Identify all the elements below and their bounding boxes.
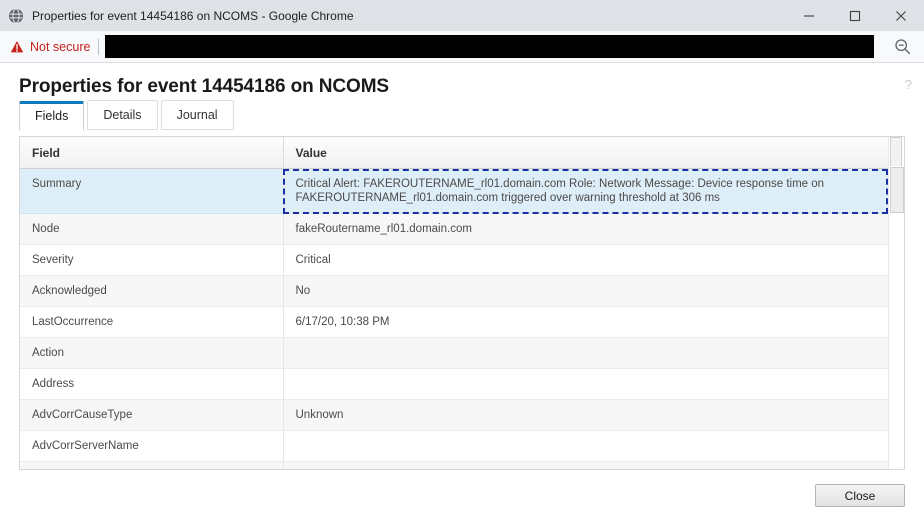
browser-toolbar: Not secure <box>0 31 924 63</box>
table-scroll-area: Field Value Summary Critical Alert: FAKER… <box>20 137 888 469</box>
table-row[interactable]: AdvCorrServerName <box>20 430 888 462</box>
cell-field-value[interactable]: 6/17/20, 10:38 PM <box>283 306 888 338</box>
cell-field-value[interactable]: 0 <box>283 461 888 469</box>
table-body: Summary Critical Alert: FAKEROUTERNAME_rl… <box>20 168 888 469</box>
cell-field-name: Address <box>20 368 284 400</box>
page-content: Properties for event 14454186 on NCOMS ?… <box>0 63 924 518</box>
cell-field-value[interactable]: Critical Alert: FAKEROUTERNAME_rl01.doma… <box>283 168 888 214</box>
table-row[interactable]: Summary Critical Alert: FAKEROUTERNAME_rl… <box>20 168 888 214</box>
cell-field-name: AdvCorrCauseType <box>20 399 284 431</box>
cell-field-name: LastOccurrence <box>20 306 284 338</box>
properties-table: Field Value Summary Critical Alert: FAKER… <box>20 137 888 469</box>
cell-field-name: AdvCorrServerSerial <box>20 461 284 469</box>
cell-field-value[interactable]: fakeRoutername_rl01.domain.com <box>283 213 888 245</box>
cell-field-value[interactable]: Unknown <box>283 399 888 431</box>
table-vertical-scrollbar[interactable] <box>888 137 904 469</box>
cell-field-name: Action <box>20 337 284 369</box>
maximize-icon[interactable] <box>832 0 878 31</box>
globe-icon <box>8 7 24 24</box>
cell-field-name: Summary <box>20 168 284 214</box>
chrome-window: Properties for event 14454186 on NCOMS -… <box>0 0 924 518</box>
table-row[interactable]: LastOccurrence 6/17/20, 10:38 PM <box>20 306 888 338</box>
tab-fields[interactable]: Fields <box>19 101 85 131</box>
dialog-footer: Close <box>0 470 924 518</box>
window-title: Properties for event 14454186 on NCOMS -… <box>32 8 354 23</box>
scrollbar-track-top <box>890 137 902 166</box>
cell-field-name: Node <box>20 213 284 245</box>
close-button[interactable]: Close <box>815 484 905 507</box>
security-status-text: Not secure <box>30 39 91 54</box>
minimize-icon[interactable] <box>786 0 832 31</box>
table-row[interactable]: Node fakeRoutername_rl01.domain.com <box>20 213 888 245</box>
close-icon[interactable] <box>878 0 924 31</box>
table-row[interactable]: Action <box>20 337 888 369</box>
table-row[interactable]: AdvCorrCauseType Unknown <box>20 399 888 431</box>
omnibox-divider <box>98 38 100 55</box>
column-header-value[interactable]: Value <box>283 137 888 169</box>
cell-field-name: Severity <box>20 244 284 276</box>
cell-field-value[interactable] <box>283 368 888 400</box>
scrollbar-thumb[interactable] <box>890 167 904 213</box>
cell-field-name: AdvCorrServerName <box>20 430 284 462</box>
table-row[interactable]: Severity Critical <box>20 244 888 276</box>
help-icon[interactable]: ? <box>905 77 912 92</box>
warning-triangle-icon <box>10 40 24 54</box>
security-chip[interactable]: Not secure <box>10 40 90 54</box>
tabstrip: Fields Details Journal <box>19 100 237 131</box>
properties-table-panel: Field Value Summary Critical Alert: FAKER… <box>19 136 905 470</box>
page-title: Properties for event 14454186 on NCOMS <box>19 76 390 97</box>
cell-field-value[interactable]: Critical <box>283 244 888 276</box>
table-row[interactable]: Acknowledged No <box>20 275 888 307</box>
window-controls <box>786 0 924 31</box>
cell-field-value[interactable]: No <box>283 275 888 307</box>
cell-field-value[interactable] <box>283 430 888 462</box>
cell-field-name: Acknowledged <box>20 275 284 307</box>
window-titlebar: Properties for event 14454186 on NCOMS -… <box>0 0 924 31</box>
table-row[interactable]: AdvCorrServerSerial0 <box>20 461 888 469</box>
zoom-out-icon[interactable] <box>880 38 924 55</box>
table-row[interactable]: Address <box>20 368 888 400</box>
tab-details[interactable]: Details <box>87 100 158 130</box>
address-bar-input[interactable] <box>105 35 874 58</box>
column-header-field[interactable]: Field <box>20 137 284 169</box>
tab-journal[interactable]: Journal <box>160 100 234 130</box>
cell-field-value[interactable] <box>283 337 888 369</box>
table-header-row: Field Value <box>20 137 888 169</box>
